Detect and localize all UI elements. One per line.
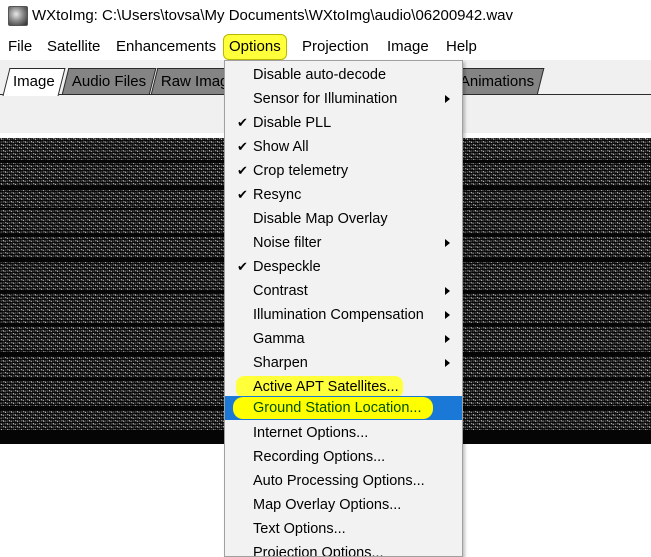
menu-item-label: Contrast <box>253 283 308 299</box>
menu-item-disable-auto-decode[interactable]: Disable auto-decode <box>225 63 462 87</box>
title-bar: WXtoImg: C:\Users\tovsa\My Documents\WXt… <box>0 0 651 33</box>
checkmark-icon: ✔ <box>237 163 248 178</box>
checkmark-icon: ✔ <box>237 187 248 202</box>
menu-item-recording-options[interactable]: Recording Options... <box>225 445 462 469</box>
menu-item-label: Auto Processing Options... <box>253 473 425 489</box>
menu-item-label: Sensor for Illumination <box>253 91 398 107</box>
tab-raw-image-label: Raw Imag <box>160 73 229 90</box>
checkmark-icon: ✔ <box>237 259 248 274</box>
submenu-arrow-icon <box>445 335 450 343</box>
menu-item-disable-pll[interactable]: ✔ Disable PLL <box>225 111 462 135</box>
menu-projection[interactable]: Projection <box>300 33 371 60</box>
menu-item-label: Internet Options... <box>253 425 369 441</box>
menu-item-contrast[interactable]: Contrast <box>225 279 462 303</box>
menu-item-label: Noise filter <box>253 235 322 251</box>
menu-help[interactable]: Help <box>444 33 479 60</box>
menu-item-internet-options[interactable]: Internet Options... <box>225 421 462 445</box>
checkmark-icon: ✔ <box>237 115 248 130</box>
menu-file[interactable]: File <box>6 33 34 60</box>
tab-audio-files[interactable]: Audio Files <box>61 68 157 95</box>
menu-item-disable-map-overlay[interactable]: Disable Map Overlay <box>225 207 462 231</box>
menu-options[interactable]: Options <box>223 34 287 60</box>
menu-item-label: Recording Options... <box>253 449 386 465</box>
submenu-arrow-icon <box>445 287 450 295</box>
menu-item-label: Gamma <box>253 331 305 347</box>
tab-animations[interactable]: Animations <box>449 68 545 95</box>
tab-image-label: Image <box>13 73 55 90</box>
menu-item-text-options[interactable]: Text Options... <box>225 517 462 541</box>
submenu-arrow-icon <box>445 311 450 319</box>
submenu-arrow-icon <box>445 239 450 247</box>
menu-image[interactable]: Image <box>385 33 431 60</box>
checkmark-icon: ✔ <box>237 139 248 154</box>
menu-item-sharpen[interactable]: Sharpen <box>225 351 462 375</box>
menu-item-label: Disable auto-decode <box>253 67 387 83</box>
app-icon[interactable] <box>8 6 28 26</box>
menu-item-gamma[interactable]: Gamma <box>225 327 462 351</box>
tab-audio-files-label: Audio Files <box>71 73 147 90</box>
menu-item-sensor-for-illumination[interactable]: Sensor for Illumination <box>225 87 462 111</box>
submenu-arrow-icon <box>445 95 450 103</box>
menu-item-label: Disable PLL <box>253 115 332 131</box>
menu-satellite[interactable]: Satellite <box>45 33 102 60</box>
menu-item-auto-processing-options[interactable]: Auto Processing Options... <box>225 469 462 493</box>
menu-item-illumination-compensation[interactable]: Illumination Compensation <box>225 303 462 327</box>
submenu-arrow-icon <box>445 359 450 367</box>
tab-animations-label: Animations <box>459 73 535 90</box>
window-title: WXtoImg: C:\Users\tovsa\My Documents\WXt… <box>32 7 514 24</box>
menu-bar: File Satellite Enhancements Options Proj… <box>0 33 651 60</box>
menu-item-label: Despeckle <box>253 259 321 275</box>
menu-item-resync[interactable]: ✔ Resync <box>225 183 462 207</box>
menu-item-show-all[interactable]: ✔ Show All <box>225 135 462 159</box>
menu-enhancements[interactable]: Enhancements <box>114 33 218 60</box>
menu-item-label: Text Options... <box>253 521 346 537</box>
menu-item-label: Ground Station Location... <box>233 397 434 419</box>
tab-image[interactable]: Image <box>2 68 66 96</box>
menu-item-noise-filter[interactable]: Noise filter <box>225 231 462 255</box>
menu-item-crop-telemetry[interactable]: ✔ Crop telemetry <box>225 159 462 183</box>
menu-item-label: Illumination Compensation <box>253 307 424 323</box>
menu-item-map-overlay-options[interactable]: Map Overlay Options... <box>225 493 462 517</box>
menu-item-despeckle[interactable]: ✔ Despeckle <box>225 255 462 279</box>
menu-item-label: Resync <box>253 187 302 203</box>
menu-item-label: Disable Map Overlay <box>253 211 388 227</box>
menu-item-label: Sharpen <box>253 355 308 371</box>
menu-item-label: Map Overlay Options... <box>253 497 402 513</box>
menu-item-ground-station-location[interactable]: Ground Station Location... <box>225 396 462 420</box>
menu-item-label: Active APT Satellites... <box>236 376 403 398</box>
options-dropdown-menu: Disable auto-decode Sensor for Illuminat… <box>224 60 463 557</box>
menu-item-label: Show All <box>253 139 309 155</box>
menu-item-label: Crop telemetry <box>253 163 349 179</box>
